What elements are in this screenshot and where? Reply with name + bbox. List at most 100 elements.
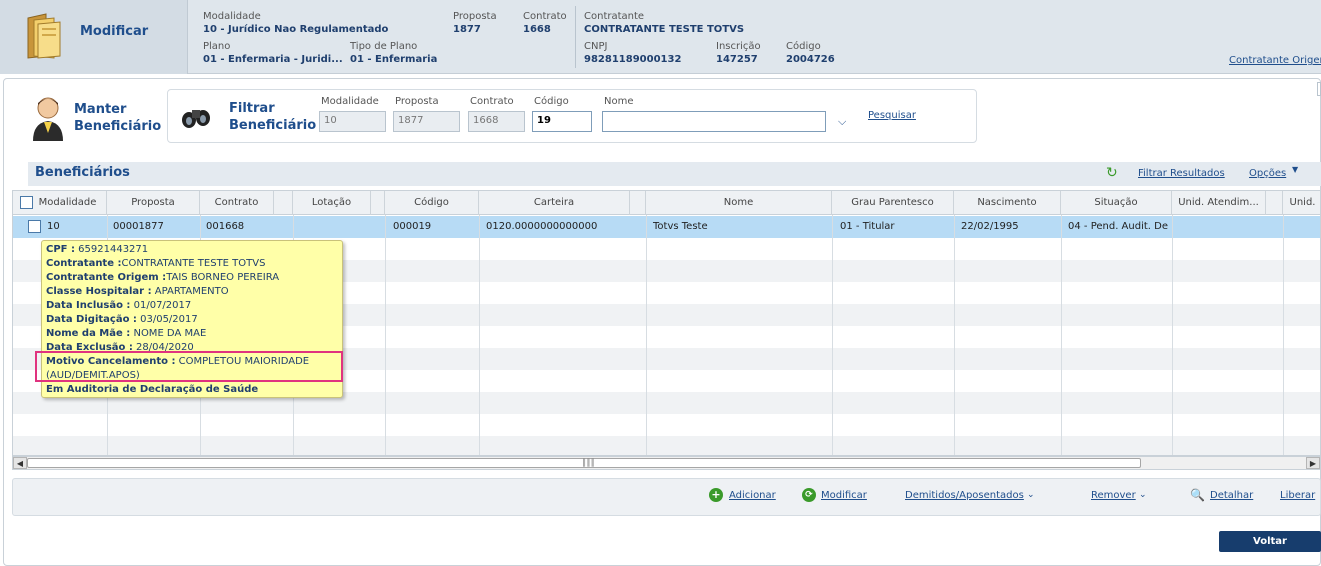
col-spacer-4 xyxy=(1266,191,1283,215)
cell-codigo: 000019 xyxy=(393,221,432,232)
tooltip-contratante: Contratante :CONTRATANTE TESTE TOTVS xyxy=(46,257,338,271)
filter-codigo-input[interactable]: 19 xyxy=(532,111,592,132)
contratante-label: Contratante xyxy=(584,11,645,22)
tooltip-classe-value: APARTAMENTO xyxy=(151,286,229,297)
cell-carteira: 0120.0000000000000 xyxy=(486,221,598,232)
contratante-value: CONTRATANTE TESTE TOTVS xyxy=(584,24,745,35)
col-situacao[interactable]: Situação xyxy=(1061,191,1172,215)
cell-nascimento: 22/02/1995 xyxy=(961,221,1019,232)
col-spacer-2 xyxy=(371,191,385,215)
section-title: Beneficiários xyxy=(35,165,130,180)
cnpj-label: CNPJ xyxy=(584,41,608,52)
tooltip-digitacao: Data Digitação : 03/05/2017 xyxy=(46,313,338,327)
add-button[interactable]: Adicionar xyxy=(729,490,776,501)
tooltip-origem: Contratante Origem :TAIS BORNEO PEREIRA xyxy=(46,271,338,285)
binoculars-icon xyxy=(182,110,210,128)
filter-contrato-input[interactable]: 1668 xyxy=(468,111,525,132)
filter-title-line2: Beneficiário xyxy=(229,118,317,133)
refresh-icon[interactable]: ↻ xyxy=(1106,165,1118,181)
col-modalidade[interactable]: Modalidade xyxy=(13,191,107,215)
magnifier-icon[interactable]: 🔍 xyxy=(1190,488,1205,502)
filter-nome-label: Nome xyxy=(604,96,634,107)
col-divider xyxy=(646,215,647,455)
back-button[interactable]: Voltar xyxy=(1219,531,1321,552)
scroll-thumb[interactable]: ║║║ xyxy=(27,458,1141,468)
cell-grau: 01 - Titular xyxy=(840,221,895,232)
col-carteira[interactable]: Carteira xyxy=(479,191,630,215)
col-divider xyxy=(479,215,480,455)
col-divider xyxy=(1172,215,1173,455)
modalidade-value: 10 - Jurídico Nao Regulamentado xyxy=(203,24,389,35)
tooltip-mae-label: Nome da Mãe : xyxy=(46,328,131,339)
manager-title-line1: Manter xyxy=(74,102,127,117)
chevron-down-icon[interactable]: ⌵ xyxy=(838,115,846,129)
contratante-origem-link[interactable]: Contratante Origem xyxy=(1229,55,1321,66)
tooltip-contratante-label: Contratante : xyxy=(46,258,122,269)
demitidos-chevron-icon[interactable]: ⌄ xyxy=(1027,490,1035,500)
filter-title: Filtrar Beneficiário xyxy=(229,100,316,134)
plano-label: Plano xyxy=(203,41,231,52)
col-codigo[interactable]: Código xyxy=(385,191,479,215)
col-grau-parentesco[interactable]: Grau Parentesco xyxy=(832,191,954,215)
options-caret-icon[interactable]: ▼ xyxy=(1292,165,1298,174)
filter-nome-input[interactable] xyxy=(602,111,826,132)
tooltip-origem-label: Contratante Origem : xyxy=(46,272,167,283)
row-checkbox[interactable] xyxy=(28,220,41,233)
table-row-empty xyxy=(13,436,1320,455)
release-button[interactable]: Liberar xyxy=(1280,490,1315,501)
horizontal-scrollbar[interactable]: ◀ ║║║ ▶ xyxy=(12,456,1321,470)
col-lotacao[interactable]: Lotação xyxy=(293,191,371,215)
modify-button[interactable]: Modificar xyxy=(821,490,867,501)
tooltip-cpf: CPF : 65921443271 xyxy=(46,243,338,257)
filter-title-line1: Filtrar xyxy=(229,101,275,116)
tooltip-auditoria-text: Em Auditoria de Declaração de Saúde xyxy=(46,384,259,395)
demitidos-menu[interactable]: Demitidos/Aposentados xyxy=(905,490,1024,501)
col-divider xyxy=(1061,215,1062,455)
panel-corner-control[interactable] xyxy=(1317,82,1321,96)
filter-modalidade-input[interactable]: 10 xyxy=(319,111,386,132)
col-proposta[interactable]: Proposta xyxy=(107,191,200,215)
cnpj-value: 98281189000132 xyxy=(584,54,682,65)
col-unid[interactable]: Unid. xyxy=(1283,191,1320,215)
tooltip-inclusao: Data Inclusão : 01/07/2017 xyxy=(46,299,338,313)
col-divider xyxy=(832,215,833,455)
tooltip-mae: Nome da Mãe : NOME DA MAE xyxy=(46,327,338,341)
tooltip-inclusao-value: 01/07/2017 xyxy=(130,300,192,311)
manager-title: Manter Beneficiário xyxy=(74,101,161,135)
highlight-box xyxy=(35,351,343,382)
tooltip-inclusao-label: Data Inclusão : xyxy=(46,300,131,311)
add-icon[interactable]: + xyxy=(709,488,723,502)
col-contrato[interactable]: Contrato xyxy=(200,191,274,215)
cell-modalidade: 10 xyxy=(47,221,60,232)
codigo-label: Código xyxy=(786,41,821,52)
detail-button[interactable]: Detalhar xyxy=(1210,490,1253,501)
tipo-plano-label: Tipo de Plano xyxy=(350,41,418,52)
scroll-left-icon[interactable]: ◀ xyxy=(13,457,27,469)
col-spacer-3 xyxy=(630,191,646,215)
folder-icon xyxy=(27,13,61,59)
col-unid-atendim[interactable]: Unid. Atendim... xyxy=(1172,191,1266,215)
tooltip-digitacao-value: 03/05/2017 xyxy=(136,314,198,325)
modalidade-label: Modalidade xyxy=(203,11,261,22)
col-nascimento[interactable]: Nascimento xyxy=(954,191,1061,215)
tooltip-digitacao-label: Data Digitação : xyxy=(46,314,137,325)
manager-title-line2: Beneficiário xyxy=(74,119,162,134)
tooltip-classe-label: Classe Hospitalar : xyxy=(46,286,152,297)
user-icon xyxy=(33,97,63,141)
proposta-value: 1877 xyxy=(453,24,481,35)
filter-proposta-input[interactable]: 1877 xyxy=(393,111,460,132)
remove-menu[interactable]: Remover xyxy=(1091,490,1136,501)
contrato-label: Contrato xyxy=(523,11,567,22)
filter-results-link[interactable]: Filtrar Resultados xyxy=(1138,168,1225,179)
header-divider xyxy=(575,6,576,68)
options-link[interactable]: Opções xyxy=(1249,168,1286,179)
modify-icon[interactable]: ⟳ xyxy=(802,488,816,502)
scroll-right-icon[interactable]: ▶ xyxy=(1306,457,1320,469)
table-row[interactable]: 10 00001877 001668 000019 0120.000000000… xyxy=(13,216,1320,238)
grid-header: Modalidade Proposta Contrato Lotação Cód… xyxy=(13,191,1320,215)
remove-chevron-icon[interactable]: ⌄ xyxy=(1139,490,1147,500)
search-link[interactable]: Pesquisar xyxy=(868,110,916,121)
col-spacer xyxy=(274,191,293,215)
tipo-plano-value: 01 - Enfermaria xyxy=(350,54,438,65)
col-nome[interactable]: Nome xyxy=(646,191,832,215)
